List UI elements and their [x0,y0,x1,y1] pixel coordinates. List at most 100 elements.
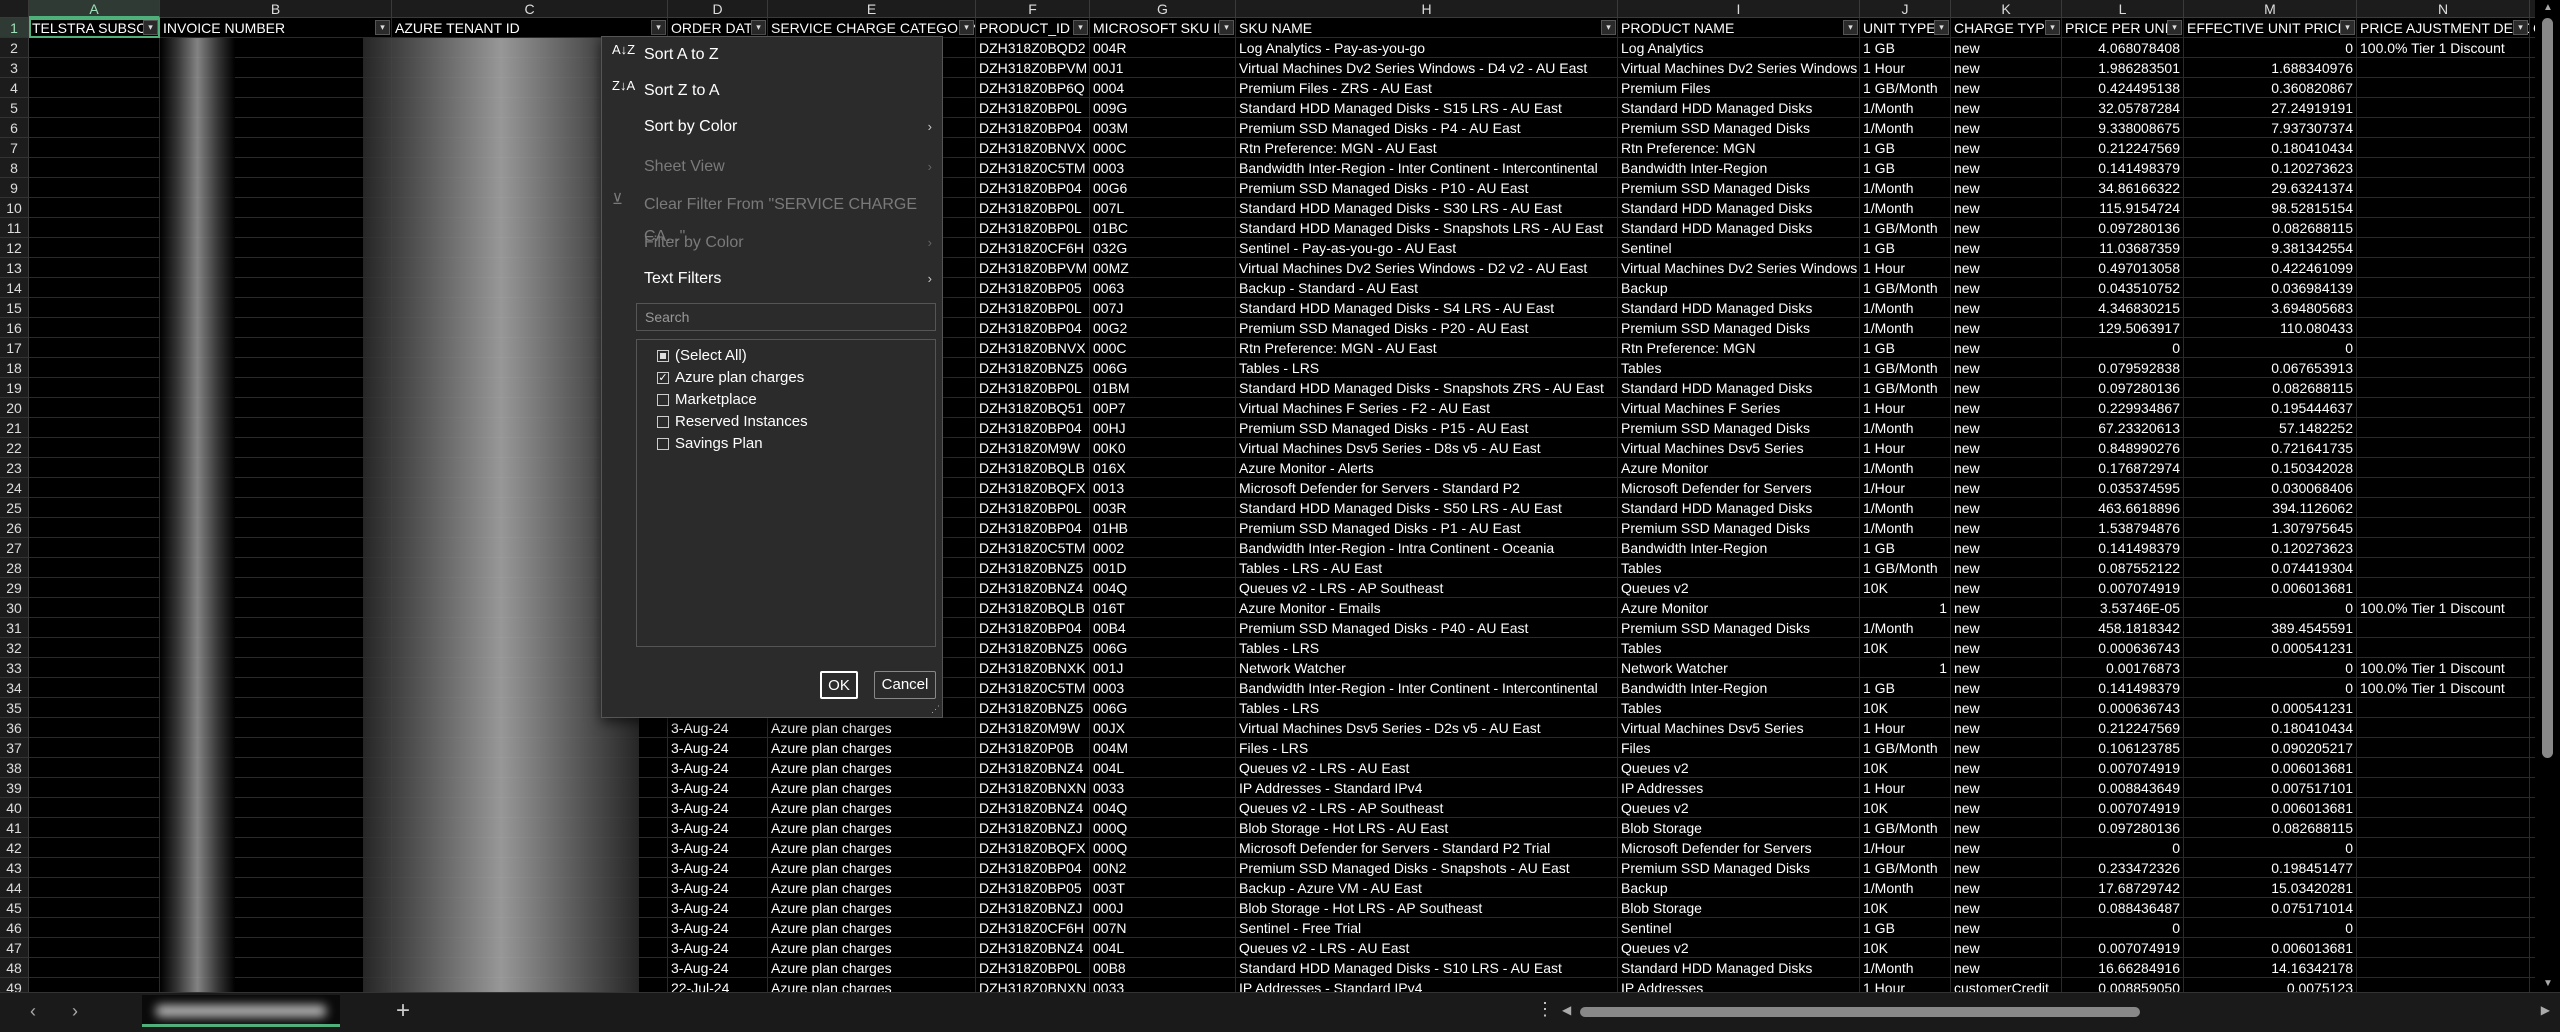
table-cell[interactable]: 0 [2184,838,2357,858]
table-cell[interactable]: Azure plan charges [768,978,976,992]
table-cell[interactable]: Premium SSD Managed Disks - P4 - AU East [1236,118,1618,138]
table-cell[interactable]: Blob Storage - Hot LRS - AP Southeast [1236,898,1618,918]
table-cell[interactable]: DZH318Z0BP0L [976,958,1090,978]
table-cell[interactable]: 129.5063917 [2062,318,2184,338]
row-number[interactable]: 41 [0,818,29,838]
table-cell[interactable]: 3-Aug-24 [668,778,768,798]
table-cell[interactable]: 1/Month [1860,178,1951,198]
table-cell[interactable]: 100.0% Tier 1 Discount [2357,678,2530,698]
table-cell[interactable] [2530,838,2535,858]
table-cell[interactable] [2530,398,2535,418]
table-cell[interactable]: 00N2 [1090,858,1236,878]
table-cell[interactable] [2357,218,2530,238]
table-cell[interactable]: new [1951,438,2062,458]
table-cell[interactable] [2530,918,2535,938]
table-cell[interactable]: 01HB [1090,518,1236,538]
table-cell[interactable]: 0.141498379 [2062,158,2184,178]
table-cell[interactable]: 0.233472326 [2062,858,2184,878]
table-cell[interactable]: DZH318Z0BP05 [976,878,1090,898]
table-cell[interactable]: 0.721641735 [2184,438,2357,458]
row-number[interactable]: 18 [0,358,29,378]
filter-option-reserved-instances[interactable]: Reserved Instances [657,412,808,432]
table-cell[interactable] [29,718,160,738]
table-cell[interactable]: Standard HDD Managed Disks - Snapshots Z… [1236,378,1618,398]
table-cell[interactable]: 0.097280136 [2062,218,2184,238]
table-cell[interactable]: 004L [1090,758,1236,778]
table-cell[interactable]: 1/Hour [1860,478,1951,498]
filter-option-select-all[interactable]: (Select All) [657,346,747,366]
table-cell[interactable]: Virtual Machines Dv2 Series Windows - D2… [1236,258,1618,278]
filter-dropdown-icon[interactable]: ▾ [1934,20,1949,35]
table-cell[interactable] [29,438,160,458]
table-cell[interactable]: DZH318Z0C5TM [976,678,1090,698]
next-sheet-icon[interactable]: › [72,1001,78,1022]
table-cell[interactable]: 0.141498379 [2062,678,2184,698]
table-cell[interactable]: Premium SSD Managed Disks - P1 - AU East [1236,518,1618,538]
checkbox-checked-icon[interactable]: ✓ [657,372,669,384]
row-number[interactable]: 2 [0,38,29,58]
table-cell[interactable]: new [1951,638,2062,658]
column-header[interactable]: PRODUCT_ID ▾ [976,18,1090,38]
row-number[interactable]: 23 [0,458,29,478]
table-cell[interactable]: 0.000541231 [2184,638,2357,658]
table-cell[interactable]: new [1951,338,2062,358]
table-cell[interactable]: DZH318Z0BQFX [976,478,1090,498]
table-cell[interactable] [2357,878,2530,898]
table-cell[interactable]: Azure plan charges [768,818,976,838]
table-cell[interactable]: new [1951,598,2062,618]
table-cell[interactable] [29,958,160,978]
table-cell[interactable]: DZH318Z0BP04 [976,318,1090,338]
table-cell[interactable]: DZH318Z0P0B [976,738,1090,758]
table-cell[interactable] [2530,138,2535,158]
row-number[interactable]: 43 [0,858,29,878]
table-cell[interactable]: new [1951,378,2062,398]
table-cell[interactable]: 0 [2184,598,2357,618]
table-cell[interactable] [29,558,160,578]
table-cell[interactable] [2357,398,2530,418]
table-cell[interactable]: 0.000636743 [2062,698,2184,718]
table-cell[interactable]: 0.008843649 [2062,778,2184,798]
table-cell[interactable]: Rtn Preference: MGN - AU East [1236,338,1618,358]
table-cell[interactable]: Bandwidth Inter-Region [1618,678,1860,698]
table-cell[interactable]: 0.120273623 [2184,158,2357,178]
table-cell[interactable]: Microsoft Defender for Servers [1618,838,1860,858]
table-cell[interactable] [29,278,160,298]
table-cell[interactable] [2357,158,2530,178]
table-cell[interactable]: 1 GB [1860,138,1951,158]
table-cell[interactable]: Premium SSD Managed Disks - Snapshots - … [1236,858,1618,878]
table-cell[interactable]: DZH318Z0BNZ4 [976,798,1090,818]
row-number[interactable]: 42 [0,838,29,858]
table-cell[interactable]: 0.229934867 [2062,398,2184,418]
table-cell[interactable]: 1/Month [1860,118,1951,138]
table-cell[interactable]: 0 [2184,338,2357,358]
table-cell[interactable]: 0.007074919 [2062,798,2184,818]
table-cell[interactable] [2530,178,2535,198]
table-cell[interactable]: Virtual Machines Dsv5 Series - D2s v5 - … [1236,718,1618,738]
table-cell[interactable] [2530,498,2535,518]
table-cell[interactable]: 00MZ [1090,258,1236,278]
column-letter-n[interactable]: N [2357,0,2530,18]
filter-dropdown-icon[interactable]: ▾ [2167,20,2182,35]
table-cell[interactable]: 0.195444637 [2184,398,2357,418]
table-cell[interactable]: Virtual Machines Dsv5 Series [1618,438,1860,458]
table-cell[interactable]: 3-Aug-24 [668,898,768,918]
table-cell[interactable] [2357,978,2530,992]
table-cell[interactable]: 0.006013681 [2184,578,2357,598]
table-cell[interactable]: 01BC [1090,218,1236,238]
table-cell[interactable] [2357,938,2530,958]
table-cell[interactable]: DZH318Z0BP04 [976,518,1090,538]
table-cell[interactable]: Blob Storage [1618,898,1860,918]
table-cell[interactable]: new [1951,38,2062,58]
table-cell[interactable]: 0.176872974 [2062,458,2184,478]
checkbox-unchecked-icon[interactable] [657,416,669,428]
row-number[interactable]: 14 [0,278,29,298]
table-cell[interactable]: IP Addresses [1618,778,1860,798]
table-cell[interactable] [29,98,160,118]
table-cell[interactable]: Network Watcher [1618,658,1860,678]
table-cell[interactable]: 9.381342554 [2184,238,2357,258]
table-cell[interactable]: DZH318Z0BNZ5 [976,358,1090,378]
table-cell[interactable] [29,358,160,378]
table-cell[interactable]: Tables [1618,698,1860,718]
table-cell[interactable]: 11.03687359 [2062,238,2184,258]
table-cell[interactable] [2357,198,2530,218]
